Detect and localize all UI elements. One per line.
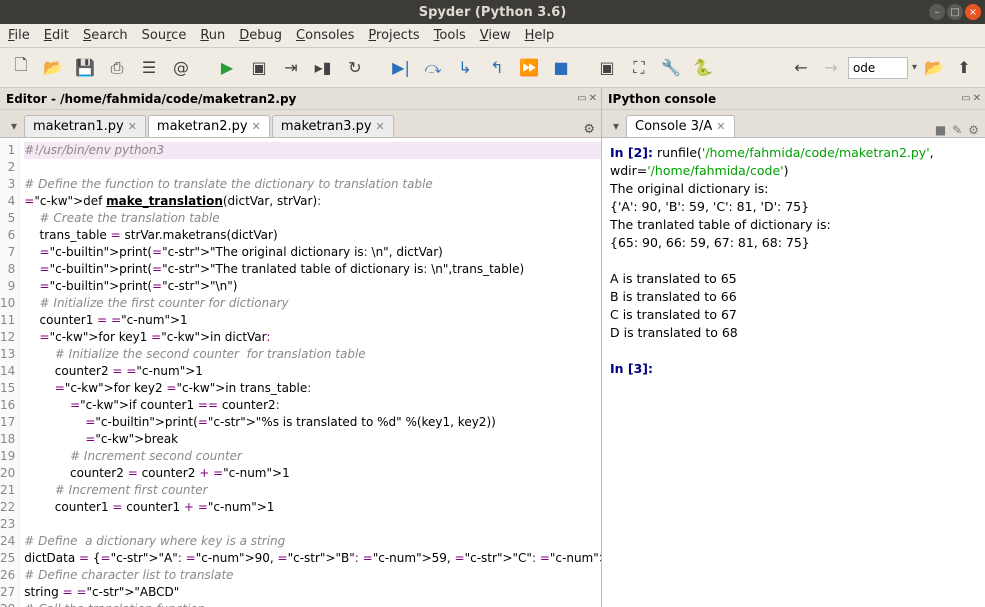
tab-maketran1[interactable]: maketran1.py ✕	[24, 115, 146, 137]
editor-options-icon[interactable]: ⚙	[583, 122, 595, 137]
console-tab[interactable]: Console 3/A ✕	[626, 115, 735, 137]
debug-icon[interactable]: ▶|	[388, 55, 414, 81]
tab-label: maketran2.py	[157, 119, 248, 134]
tab-maketran2[interactable]: maketran2.py ✕	[148, 115, 270, 137]
console-tab-close-icon[interactable]: ✕	[716, 120, 725, 133]
main-splitter: Editor - /home/fahmida/code/maketran2.py…	[0, 88, 985, 607]
run-selection-icon[interactable]: ▸▮	[310, 55, 336, 81]
save-all-icon[interactable]: ⎙	[104, 55, 130, 81]
console-tab-dropdown-icon[interactable]: ▾	[606, 115, 626, 137]
code-content[interactable]: #!/usr/bin/env python3 # Define the func…	[20, 138, 601, 607]
close-button[interactable]: ×	[965, 4, 981, 20]
python-path-icon[interactable]: 🐍	[690, 55, 716, 81]
step-out-icon[interactable]: ↰	[484, 55, 510, 81]
fullscreen-icon[interactable]: ⛶	[626, 55, 652, 81]
back-icon[interactable]: ←	[788, 55, 814, 81]
line-number-gutter: 1234567891011121314151617181920212223242…	[0, 138, 20, 607]
console-tab-label: Console 3/A	[635, 119, 712, 134]
title-bar: Spyder (Python 3.6) – □ ×	[0, 0, 985, 24]
maximize-button[interactable]: □	[947, 4, 963, 20]
continue-icon[interactable]: ⏩	[516, 55, 542, 81]
menu-bar: File Edit Search Source Run Debug Consol…	[0, 24, 985, 48]
menu-consoles[interactable]: Consoles	[296, 28, 354, 43]
run-icon[interactable]: ▶	[214, 55, 240, 81]
console-tabs: ▾ Console 3/A ✕ ■ ✎ ⚙	[602, 110, 985, 138]
editor-undock-icon[interactable]: ▭	[577, 93, 586, 104]
run-cell-icon[interactable]: ▣	[246, 55, 272, 81]
open-file-icon[interactable]: 📂	[40, 55, 66, 81]
menu-projects[interactable]: Projects	[368, 28, 419, 43]
preferences-icon[interactable]: 🔧	[658, 55, 684, 81]
tab-label: maketran3.py	[281, 119, 372, 134]
parent-dir-icon[interactable]: ⬆	[951, 55, 977, 81]
menu-file[interactable]: File	[8, 28, 30, 43]
console-header-text: IPython console	[608, 92, 716, 106]
tab-maketran3[interactable]: maketran3.py ✕	[272, 115, 394, 137]
browse-dir-icon[interactable]: 📂	[921, 55, 947, 81]
tab-close-icon[interactable]: ✕	[128, 120, 137, 133]
editor-header: Editor - /home/fahmida/code/maketran2.py…	[0, 88, 601, 110]
tab-label: maketran1.py	[33, 119, 124, 134]
editor-close-icon[interactable]: ✕	[589, 93, 597, 104]
menu-run[interactable]: Run	[200, 28, 225, 43]
tab-close-icon[interactable]: ✕	[252, 120, 261, 133]
maximize-pane-icon[interactable]: ▣	[594, 55, 620, 81]
console-header: IPython console ▭✕	[602, 88, 985, 110]
tab-close-icon[interactable]: ✕	[376, 120, 385, 133]
run-cell-advance-icon[interactable]: ⇥	[278, 55, 304, 81]
save-icon[interactable]: 💾	[72, 55, 98, 81]
console-options-icon[interactable]: ⚙	[968, 123, 979, 137]
toolbar: 🗋 📂 💾 ⎙ ☰ @ ▶ ▣ ⇥ ▸▮ ↻ ▶| ⤼ ↳ ↰ ⏩ ■ ▣ ⛶ …	[0, 48, 985, 88]
menu-tools[interactable]: Tools	[434, 28, 466, 43]
console-pane: IPython console ▭✕ ▾ Console 3/A✕ ■ ✎ ⚙ …	[602, 88, 985, 607]
new-file-icon[interactable]: 🗋	[8, 55, 34, 81]
minimize-button[interactable]: –	[929, 4, 945, 20]
console-stop-icon[interactable]: ■	[935, 123, 946, 137]
step-over-icon[interactable]: ⤼	[420, 55, 446, 81]
list-icon[interactable]: ☰	[136, 55, 162, 81]
menu-help[interactable]: Help	[525, 28, 555, 43]
console-output[interactable]: In [2]: runfile('/home/fahmida/code/make…	[602, 138, 985, 607]
editor-pane: Editor - /home/fahmida/code/maketran2.py…	[0, 88, 602, 607]
menu-source[interactable]: Source	[142, 28, 187, 43]
menu-debug[interactable]: Debug	[239, 28, 282, 43]
working-dir-input[interactable]	[848, 57, 908, 79]
rerun-icon[interactable]: ↻	[342, 55, 368, 81]
forward-icon[interactable]: →	[818, 55, 844, 81]
step-into-icon[interactable]: ↳	[452, 55, 478, 81]
menu-search[interactable]: Search	[83, 28, 128, 43]
dropdown-icon[interactable]: ▾	[912, 62, 917, 73]
menu-edit[interactable]: Edit	[44, 28, 69, 43]
window-title: Spyder (Python 3.6)	[419, 5, 567, 20]
editor-tabs: ▾ maketran1.py ✕ maketran2.py ✕ maketran3.…	[0, 110, 601, 138]
console-undock-icon[interactable]: ▭	[961, 93, 970, 104]
stop-icon[interactable]: ■	[548, 55, 574, 81]
console-close-icon[interactable]: ✕	[973, 93, 981, 104]
at-icon[interactable]: @	[168, 55, 194, 81]
editor-header-text: Editor - /home/fahmida/code/maketran2.py	[6, 92, 296, 106]
console-edit-icon[interactable]: ✎	[952, 123, 962, 137]
code-editor[interactable]: 1234567891011121314151617181920212223242…	[0, 138, 601, 607]
menu-view[interactable]: View	[480, 28, 511, 43]
tab-dropdown-icon[interactable]: ▾	[4, 115, 24, 137]
